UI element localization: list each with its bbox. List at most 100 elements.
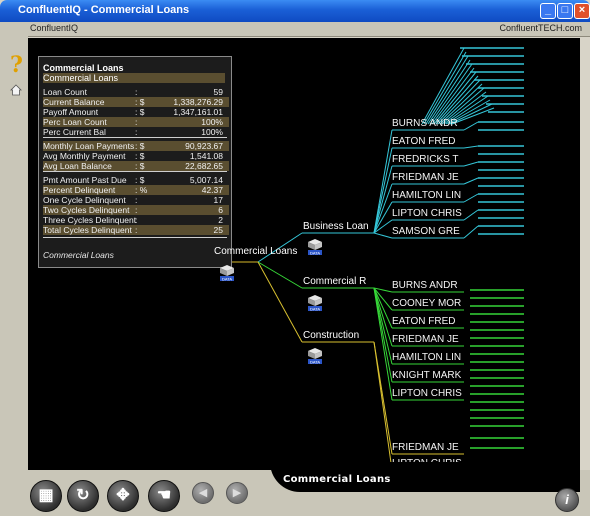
forward-icon[interactable]: ▶ (226, 482, 248, 504)
row-value: 100% (201, 117, 223, 127)
business-right-bars (460, 47, 524, 235)
row-label: Avg Monthly Payment (43, 151, 126, 161)
row-separator: : (135, 127, 138, 137)
row-value: 42.37 (201, 185, 223, 195)
cube-icon: DATA (308, 295, 322, 311)
leaf-name[interactable]: BURNS ANDR (392, 118, 458, 129)
leaf-name[interactable]: EATON FRED (392, 316, 456, 327)
panel-row: Total Cycles Delinquent: 25 (43, 225, 229, 235)
construction-data-icon[interactable]: DATA (307, 347, 323, 365)
row-value: 25 (213, 225, 223, 235)
panel-row: Perc Current Bal: 100% (43, 127, 229, 137)
leaf-name[interactable]: KNIGHT MARK (392, 370, 461, 381)
row-value: 22,682.65 (185, 161, 223, 171)
leaf-name[interactable]: HAMILTON LIN (392, 190, 461, 201)
svg-text:DATA: DATA (310, 250, 320, 255)
cube-icon: DATA (308, 348, 322, 364)
row-separator: : $ (135, 107, 145, 117)
branch-commercial-label[interactable]: Commercial R (303, 276, 366, 287)
leaf-name[interactable]: LIPTON CHRIS (392, 208, 462, 219)
business-data-icon[interactable]: DATA (307, 238, 323, 256)
panel-row: Current Balance: $ 1,338,276.29 (43, 97, 229, 107)
construction-branch-lines (257, 261, 464, 471)
row-value: 1,347,161.01 (173, 107, 223, 117)
row-value: 59 (213, 87, 223, 97)
panel-row: Three Cycles Delinquent: 2 (43, 215, 229, 225)
row-value: 90,923.67 (185, 141, 223, 151)
commercial-right-bars (470, 289, 524, 449)
row-separator: : (135, 225, 138, 235)
leaf-name[interactable]: FRIEDMAN JE (392, 334, 459, 345)
back-icon[interactable]: ◀ (192, 482, 214, 504)
leaf-name[interactable]: EATON FRED (392, 136, 456, 147)
summary-panel: Commercial Loans Commercial Loans Loan C… (38, 56, 232, 268)
row-label: Total Cycles Delinquent (43, 225, 132, 235)
panel-row: Avg Monthly Payment : $ 1,541.08 (43, 151, 229, 161)
row-separator: : (135, 87, 138, 97)
row-label: Two Cycles Delinquent (43, 205, 130, 215)
row-label: Avg Loan Balance (43, 161, 112, 171)
leaf-name[interactable]: BURNS ANDR (392, 280, 458, 291)
row-label: Three Cycles Delinquent (43, 215, 137, 225)
panel-row: Pmt Amount Past Due : $ 5,007.14 (43, 175, 229, 185)
row-separator: : (135, 195, 138, 205)
view-caption: Commercial Loans (283, 474, 391, 485)
leaf-name[interactable]: FRIEDMAN JE (392, 172, 459, 183)
leaf-name[interactable]: FREDRICKS T (392, 154, 459, 165)
row-value: 5,007.14 (189, 175, 223, 185)
panel-row: Percent Delinquent : % 42.37 (43, 185, 229, 195)
row-separator: : $ (135, 161, 145, 171)
panel-divider (43, 137, 227, 138)
panel-row: Perc Loan Count: 100% (43, 117, 229, 127)
row-separator: : (135, 205, 138, 215)
row-separator: : (135, 117, 138, 127)
move-icon[interactable]: ✥ (107, 480, 139, 512)
row-separator: : (135, 215, 138, 225)
root-data-icon[interactable]: DATA (219, 264, 235, 282)
refresh-icon[interactable]: ↻ (67, 480, 99, 512)
panel-footer: Commercial Loans (43, 250, 114, 260)
panel-row: Loan Count: 59 (43, 87, 229, 97)
leaf-name[interactable]: LIPTON CHRIS (392, 388, 462, 399)
root-node-label[interactable]: Commercial Loans (214, 246, 297, 257)
leaf-name[interactable]: SAMSON GRE (392, 226, 460, 237)
row-separator: : $ (135, 175, 145, 185)
row-label: Percent Delinquent (43, 185, 116, 195)
svg-text:DATA: DATA (222, 276, 232, 281)
panel-divider (43, 171, 227, 172)
info-icon[interactable]: i (555, 488, 579, 512)
svg-text:DATA: DATA (310, 359, 320, 364)
row-value: 1,338,276.29 (173, 97, 223, 107)
leaf-name[interactable]: HAMILTON LIN (392, 352, 461, 363)
layout-icon[interactable]: ▦ (30, 480, 62, 512)
row-separator: : % (135, 185, 148, 195)
row-value: 6 (218, 205, 223, 215)
panel-row: One Cycle Delinquent: 17 (43, 195, 229, 205)
panel-row: Monthly Loan Payments: $ 90,923.67 (43, 141, 229, 151)
panel-row: Payoff Amount: $ 1,347,161.01 (43, 107, 229, 117)
row-separator: : $ (135, 151, 145, 161)
business-fan-lines (421, 47, 495, 125)
branch-business-label[interactable]: Business Loan (303, 221, 369, 232)
application-window: ConfluentIQ - Commercial Loans _ □ × Con… (0, 0, 590, 516)
row-value: 1,541.08 (189, 151, 223, 161)
leaf-name[interactable]: FRIEDMAN JE (392, 442, 459, 453)
cube-icon: DATA (220, 265, 234, 281)
row-label: Perc Current Bal (43, 127, 106, 137)
leaf-name[interactable]: COONEY MOR (392, 298, 461, 309)
row-separator: : $ (135, 141, 145, 151)
row-label: Pmt Amount Past Due (43, 175, 127, 185)
row-label: Perc Loan Count (43, 117, 107, 127)
row-value: 17 (213, 195, 223, 205)
svg-text:DATA: DATA (310, 306, 320, 311)
panel-subtitle: Commercial Loans (43, 73, 225, 83)
panel-divider (43, 237, 227, 238)
pointer-icon[interactable]: ☚ (148, 480, 180, 512)
row-label: Monthly Loan Payments (43, 141, 135, 151)
cube-icon: DATA (308, 239, 322, 255)
branch-construction-label[interactable]: Construction (303, 330, 359, 341)
commercial-data-icon[interactable]: DATA (307, 294, 323, 312)
panel-row: Avg Loan Balance : $ 22,682.65 (43, 161, 229, 171)
panel-title: Commercial Loans (43, 63, 124, 73)
row-label: Current Balance (43, 97, 105, 107)
